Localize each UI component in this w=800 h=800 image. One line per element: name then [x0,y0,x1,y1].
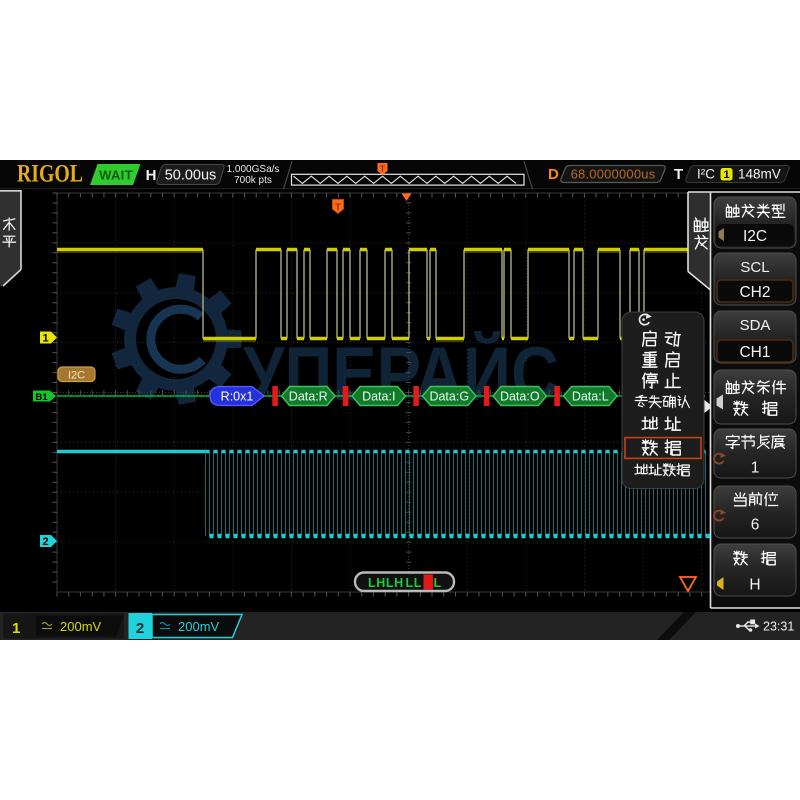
svg-text:H: H [146,167,157,184]
svg-text:I2C: I2C [743,228,767,245]
svg-text:R:0x1: R:0x1 [221,389,254,403]
svg-text:2: 2 [42,536,48,548]
svg-text:RIGOL: RIGOL [17,161,83,188]
svg-text:Data:I: Data:I [362,389,395,403]
svg-text:2: 2 [136,620,144,637]
svg-text:Data:O: Data:O [500,389,540,403]
svg-text:1: 1 [12,620,20,637]
svg-text:LHLH: LHLH [368,576,404,590]
svg-text:1: 1 [723,169,729,181]
svg-text:B1: B1 [35,392,48,403]
svg-text:SCL: SCL [740,259,769,276]
svg-text:T: T [380,164,386,174]
svg-text:68.0000000us: 68.0000000us [571,167,656,182]
svg-text:LL: LL [406,576,422,590]
svg-text:200mV: 200mV [60,619,102,634]
svg-text:D: D [548,166,559,183]
svg-text:I2C: I2C [68,370,85,382]
svg-text:H: H [749,577,760,594]
svg-text:SDA: SDA [740,317,771,334]
svg-text:CH2: CH2 [739,284,770,301]
svg-text:CH1: CH1 [739,344,770,361]
svg-text:I²C: I²C [697,167,715,182]
svg-text:T: T [674,166,683,183]
svg-text:Data:R: Data:R [289,389,328,403]
svg-text:23:31: 23:31 [763,620,794,634]
svg-text:200mV: 200mV [178,619,220,634]
svg-text:1: 1 [42,333,48,345]
svg-text:WAIT: WAIT [99,168,133,183]
svg-text:148mV: 148mV [738,167,781,182]
svg-text:L: L [434,576,442,590]
svg-text:T: T [335,202,341,213]
svg-text:1: 1 [751,460,760,477]
svg-text:Data:G: Data:G [429,389,469,403]
svg-text:700k pts: 700k pts [234,175,272,186]
svg-text:50.00us: 50.00us [165,168,217,184]
svg-text:Data:L: Data:L [572,389,609,403]
svg-text:1.000GSa/s: 1.000GSa/s [227,164,280,175]
svg-text:6: 6 [751,517,760,534]
